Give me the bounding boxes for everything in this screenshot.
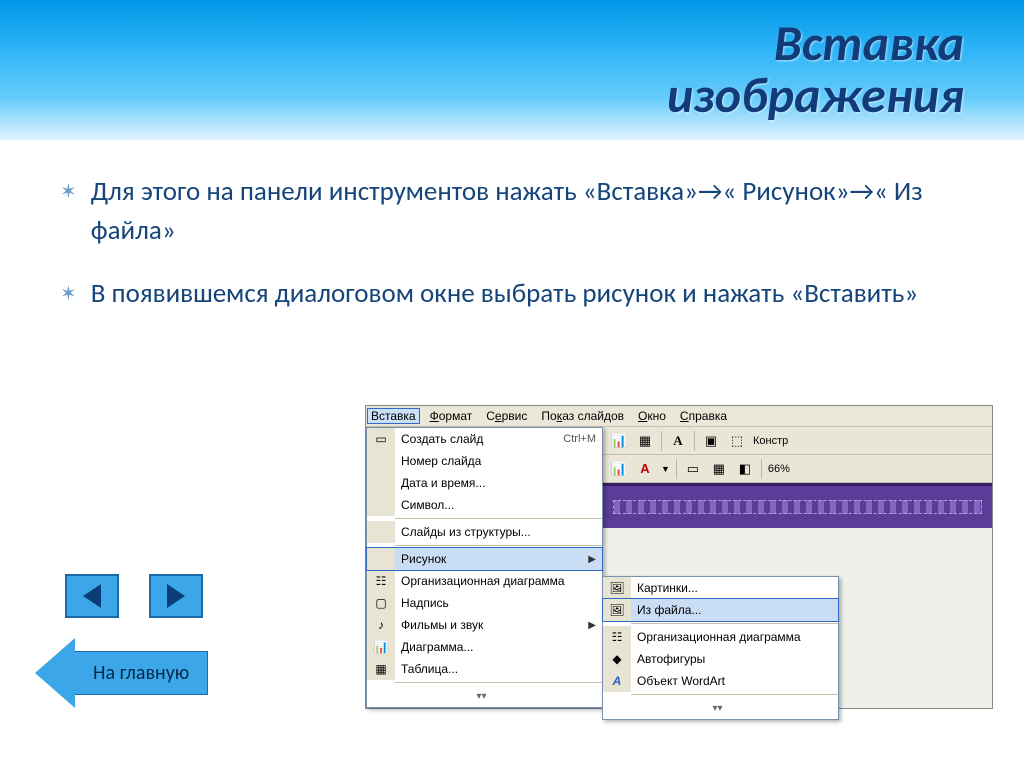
mi-expand[interactable]: ▾▾ [367,685,602,707]
bullet-2: ✶ В появившемся диалоговом окне выбрать … [60,274,984,313]
mi-table[interactable]: ▦ Таблица... [367,658,602,680]
chevron-down-icon: ▾▾ [712,703,722,714]
mi-date-time[interactable]: Дата и время... [367,472,602,494]
mi-risunok[interactable]: Рисунок ▶ [366,547,603,571]
chevron-right-icon [167,584,185,608]
zoom-value[interactable]: 66% [768,463,790,475]
slide-icon: ▭ [367,428,395,450]
bullet-2-text: В появившемся диалоговом окне выбрать ри… [91,274,918,313]
next-button[interactable] [149,574,203,618]
slide-header: Вставка изображения [0,0,1024,142]
picture-icon: 🖼 [603,599,631,621]
separator [395,682,602,683]
slide-title: Вставка изображения [667,18,964,123]
app-screenshot: Вставка Формат Сервис Показ слайдов Окно… [365,405,993,709]
menubar: Вставка Формат Сервис Показ слайдов Окно… [366,406,992,427]
shapes-icon: ◆ [603,648,631,670]
table-icon[interactable]: ▦ [635,431,655,451]
chevron-right-icon: ▶ [588,620,596,631]
mi-movies-sound[interactable]: ♪ Фильмы и звук ▶ [367,614,602,636]
separator [395,545,602,546]
menu-help[interactable]: Справка [680,409,727,423]
toolbar-konstr[interactable]: Констр [753,435,788,447]
menu-window[interactable]: Окно [638,409,666,423]
menu-vstavka[interactable]: Вставка [367,408,420,424]
mi-org-diagram[interactable]: ☷ Организационная диаграмма [367,570,602,592]
home-label: На главную [75,651,208,695]
toolbar-2: 📊 A ▼ ▭ ▦ ◧ 66% [603,455,992,483]
mi-create-slide[interactable]: ▭ Создать слайд Ctrl+M [367,428,602,450]
dropdown-icon[interactable]: ▼ [661,464,670,474]
mi-slides-from-outline[interactable]: Слайды из структуры... [367,521,602,543]
menu-service[interactable]: Сервис [486,409,527,423]
home-button[interactable]: На главную [35,638,208,708]
font-color-icon[interactable]: A [635,459,655,479]
table-icon: ▦ [367,658,395,680]
mi-chart[interactable]: 📊 Диаграмма... [367,636,602,658]
menu-show[interactable]: Показ слайдов [541,409,624,423]
prev-button[interactable] [65,574,119,618]
slide-body: ✶ Для этого на панели инструментов нажат… [0,142,1024,347]
toolbar-1: 📊 ▦ A ▣ ⬚ Констр [603,427,992,455]
separator [395,518,602,519]
picture-icon: 🖼 [603,577,631,599]
color-icon[interactable]: ◧ [735,459,755,479]
dropdown-vstavka: ▭ Создать слайд Ctrl+M Номер слайда Дата… [366,427,603,708]
bullet-1: ✶ Для этого на панели инструментов нажат… [60,172,984,250]
textbox-icon: ▢ [367,592,395,614]
bullet-1-text: Для этого на панели инструментов нажать … [91,172,984,250]
smi-expand[interactable]: ▾▾ [603,697,838,719]
chevron-right-icon: ▶ [588,554,596,565]
submenu-risunok: 🖼 Картинки... 🖼 Из файла... ☷ Организаци… [602,576,839,720]
sound-icon: ♪ [367,614,395,636]
navigation-area: На главную [65,574,208,708]
separator [631,623,838,624]
chevron-left-icon [83,584,101,608]
design-icon[interactable]: ⬚ [727,431,747,451]
arrow-left-icon [35,638,75,708]
chart-icon[interactable]: 📊 [609,459,629,479]
editor-canvas [603,483,992,528]
bullet-marker-icon: ✶ [60,280,77,319]
chart-icon: 📊 [367,636,395,658]
smi-autoshapes[interactable]: ◆ Автофигуры [603,648,838,670]
font-icon[interactable]: A [668,431,688,451]
smi-wordart[interactable]: A Объект WordArt [603,670,838,692]
chart-icon[interactable]: 📊 [609,431,629,451]
mi-symbol[interactable]: Символ... [367,494,602,516]
smi-clipart[interactable]: 🖼 Картинки... [603,577,838,599]
grid-icon[interactable]: ▦ [709,459,729,479]
diagram-icon: ☷ [603,626,631,648]
title-line2: изображения [667,65,964,126]
wordart-icon: A [603,670,631,692]
diagram-icon: ☷ [367,570,395,592]
canvas-selection [613,500,982,514]
smi-org-diag[interactable]: ☷ Организационная диаграмма [603,626,838,648]
smi-from-file[interactable]: 🖼 Из файла... [602,598,839,622]
show-icon[interactable]: ▣ [701,431,721,451]
nav-buttons [65,574,208,618]
slide-icon[interactable]: ▭ [683,459,703,479]
chevron-down-icon: ▾▾ [476,691,486,702]
mi-textbox[interactable]: ▢ Надпись [367,592,602,614]
bullet-marker-icon: ✶ [60,178,77,256]
menu-format[interactable]: Формат [430,409,473,423]
mi-slide-number[interactable]: Номер слайда [367,450,602,472]
separator [631,694,838,695]
